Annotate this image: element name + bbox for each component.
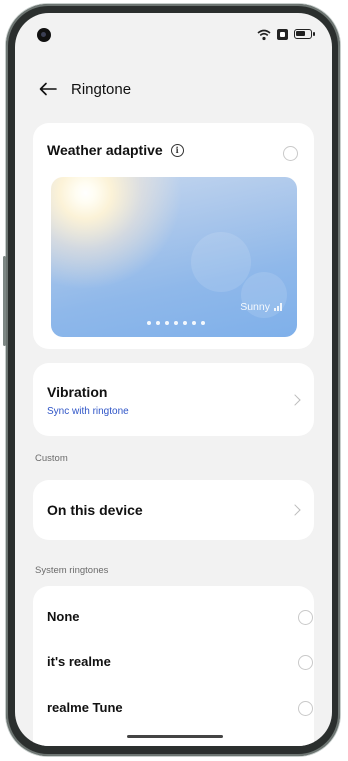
- ringtone-radio[interactable]: [298, 701, 313, 716]
- status-bar: [15, 13, 332, 59]
- on-this-device-row[interactable]: On this device: [33, 480, 314, 540]
- page-dot: [183, 321, 187, 325]
- ringtone-label: realme Tune: [47, 700, 123, 715]
- on-this-device-label: On this device: [47, 502, 143, 518]
- wifi-icon: [257, 28, 271, 41]
- vibration-row[interactable]: Vibration Sync with ringtone: [33, 363, 314, 436]
- weather-adaptive-row: Weather adaptive i: [47, 142, 184, 158]
- page-title: Ringtone: [71, 80, 132, 98]
- section-label-custom: Custom: [35, 453, 68, 464]
- page-dot: [147, 321, 151, 325]
- back-button[interactable]: [37, 78, 59, 100]
- home-indicator[interactable]: [127, 735, 223, 738]
- weather-adaptive-card: Weather adaptive i Sunny: [33, 123, 314, 349]
- app-header: Ringtone: [15, 71, 332, 107]
- front-camera: [37, 28, 51, 42]
- phone-screen: Ringtone Weather adaptive i Sunny Vibrat…: [15, 13, 332, 746]
- chevron-right-icon: [289, 394, 301, 406]
- vibration-subtitle: Sync with ringtone: [47, 406, 129, 417]
- ringtone-radio[interactable]: [298, 610, 313, 625]
- battery-icon: [294, 29, 315, 39]
- weather-adaptive-radio[interactable]: [283, 146, 298, 161]
- ringtone-label: it's realme: [47, 654, 111, 669]
- page-dot: [192, 321, 196, 325]
- page-dot: [174, 321, 178, 325]
- vibration-label: Vibration: [47, 384, 108, 400]
- weather-preview-carousel[interactable]: Sunny: [51, 177, 297, 337]
- system-ringtones-list: None it's realme realme Tune: [33, 586, 314, 746]
- bokeh-decoration: [191, 232, 251, 292]
- sim-icon: [277, 28, 288, 40]
- status-icons: [257, 28, 315, 41]
- page-dot: [201, 321, 205, 325]
- back-arrow-icon: [39, 82, 57, 96]
- weather-condition-label: Sunny: [240, 301, 270, 313]
- signal-bars-icon: [274, 303, 283, 311]
- weather-condition: Sunny: [240, 301, 283, 313]
- page-dot: [156, 321, 160, 325]
- weather-adaptive-label: Weather adaptive: [47, 142, 163, 158]
- volume-button: [3, 256, 6, 346]
- ringtone-label: None: [47, 609, 80, 624]
- carousel-page-indicator: [147, 321, 205, 325]
- ringtone-radio[interactable]: [298, 655, 313, 670]
- section-label-system-ringtones: System ringtones: [35, 565, 109, 576]
- info-icon[interactable]: i: [170, 143, 184, 157]
- chevron-right-icon: [289, 504, 301, 516]
- page-dot: [165, 321, 169, 325]
